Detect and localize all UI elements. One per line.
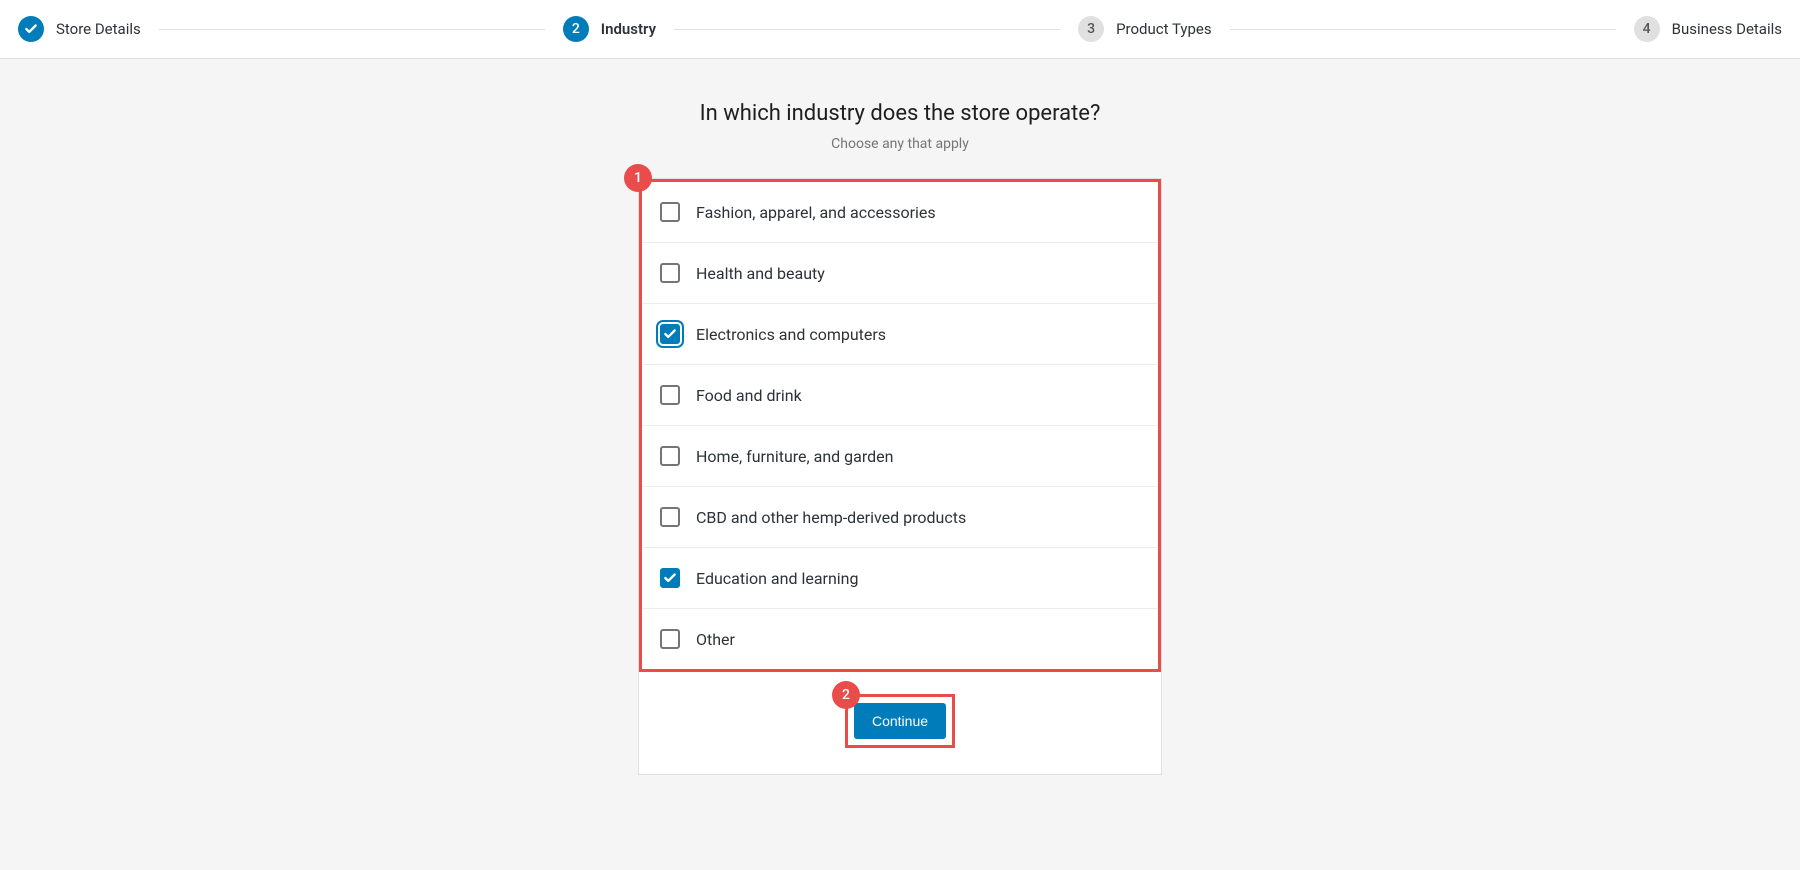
option-label: Home, furniture, and garden [696,447,893,466]
industry-options-list: Fashion, apparel, and accessories Health … [639,179,1161,672]
option-label: Food and drink [696,386,802,405]
checkbox-icon[interactable] [660,568,680,588]
option-label: CBD and other hemp-derived products [696,508,966,527]
industry-card-wrapper: 1 Fashion, apparel, and accessoriesHealt… [638,178,1162,775]
continue-button[interactable]: Continue [854,703,946,739]
step-divider [1230,29,1616,30]
step-industry[interactable]: 2 Industry [563,16,656,42]
annotation-badge-1: 1 [624,164,652,192]
option-label: Fashion, apparel, and accessories [696,203,936,222]
checkbox-icon[interactable] [660,324,680,344]
step-label: Product Types [1116,20,1212,38]
step-number-icon: 3 [1078,16,1104,42]
step-business-details[interactable]: 4 Business Details [1634,16,1782,42]
industry-option[interactable]: CBD and other hemp-derived products [642,486,1158,547]
industry-option[interactable]: Education and learning [642,547,1158,608]
step-label: Store Details [56,20,141,38]
option-label: Health and beauty [696,264,825,283]
progress-stepper: Store Details 2 Industry 3 Product Types… [0,0,1800,59]
step-number-icon: 4 [1634,16,1660,42]
option-label: Electronics and computers [696,325,886,344]
checkbox-icon[interactable] [660,629,680,649]
step-store-details[interactable]: Store Details [18,16,141,42]
industry-option[interactable]: Fashion, apparel, and accessories [642,182,1158,242]
checkbox-icon[interactable] [660,507,680,527]
continue-highlight: 2 Continue [845,694,955,748]
checkbox-icon[interactable] [660,202,680,222]
option-label: Education and learning [696,569,859,588]
industry-option[interactable]: Other [642,608,1158,669]
checkbox-icon[interactable] [660,263,680,283]
step-number-icon: 2 [563,16,589,42]
step-divider [159,29,545,30]
industry-option[interactable]: Electronics and computers [642,303,1158,364]
option-label: Other [696,630,735,649]
step-label: Business Details [1672,20,1782,38]
check-icon [18,16,44,42]
industry-option[interactable]: Home, furniture, and garden [642,425,1158,486]
industry-card: Fashion, apparel, and accessories Health … [638,178,1162,775]
step-label: Industry [601,20,656,38]
annotation-badge-2: 2 [832,681,860,709]
main-content: In which industry does the store operate… [0,59,1800,775]
checkbox-icon[interactable] [660,385,680,405]
checkbox-icon[interactable] [660,446,680,466]
page-title: In which industry does the store operate… [700,101,1101,126]
page-subtitle: Choose any that apply [831,136,969,152]
industry-option[interactable]: Health and beauty [642,242,1158,303]
step-divider [674,29,1060,30]
step-product-types[interactable]: 3 Product Types [1078,16,1212,42]
industry-option[interactable]: Food and drink [642,364,1158,425]
card-footer: 2 Continue [639,672,1161,774]
